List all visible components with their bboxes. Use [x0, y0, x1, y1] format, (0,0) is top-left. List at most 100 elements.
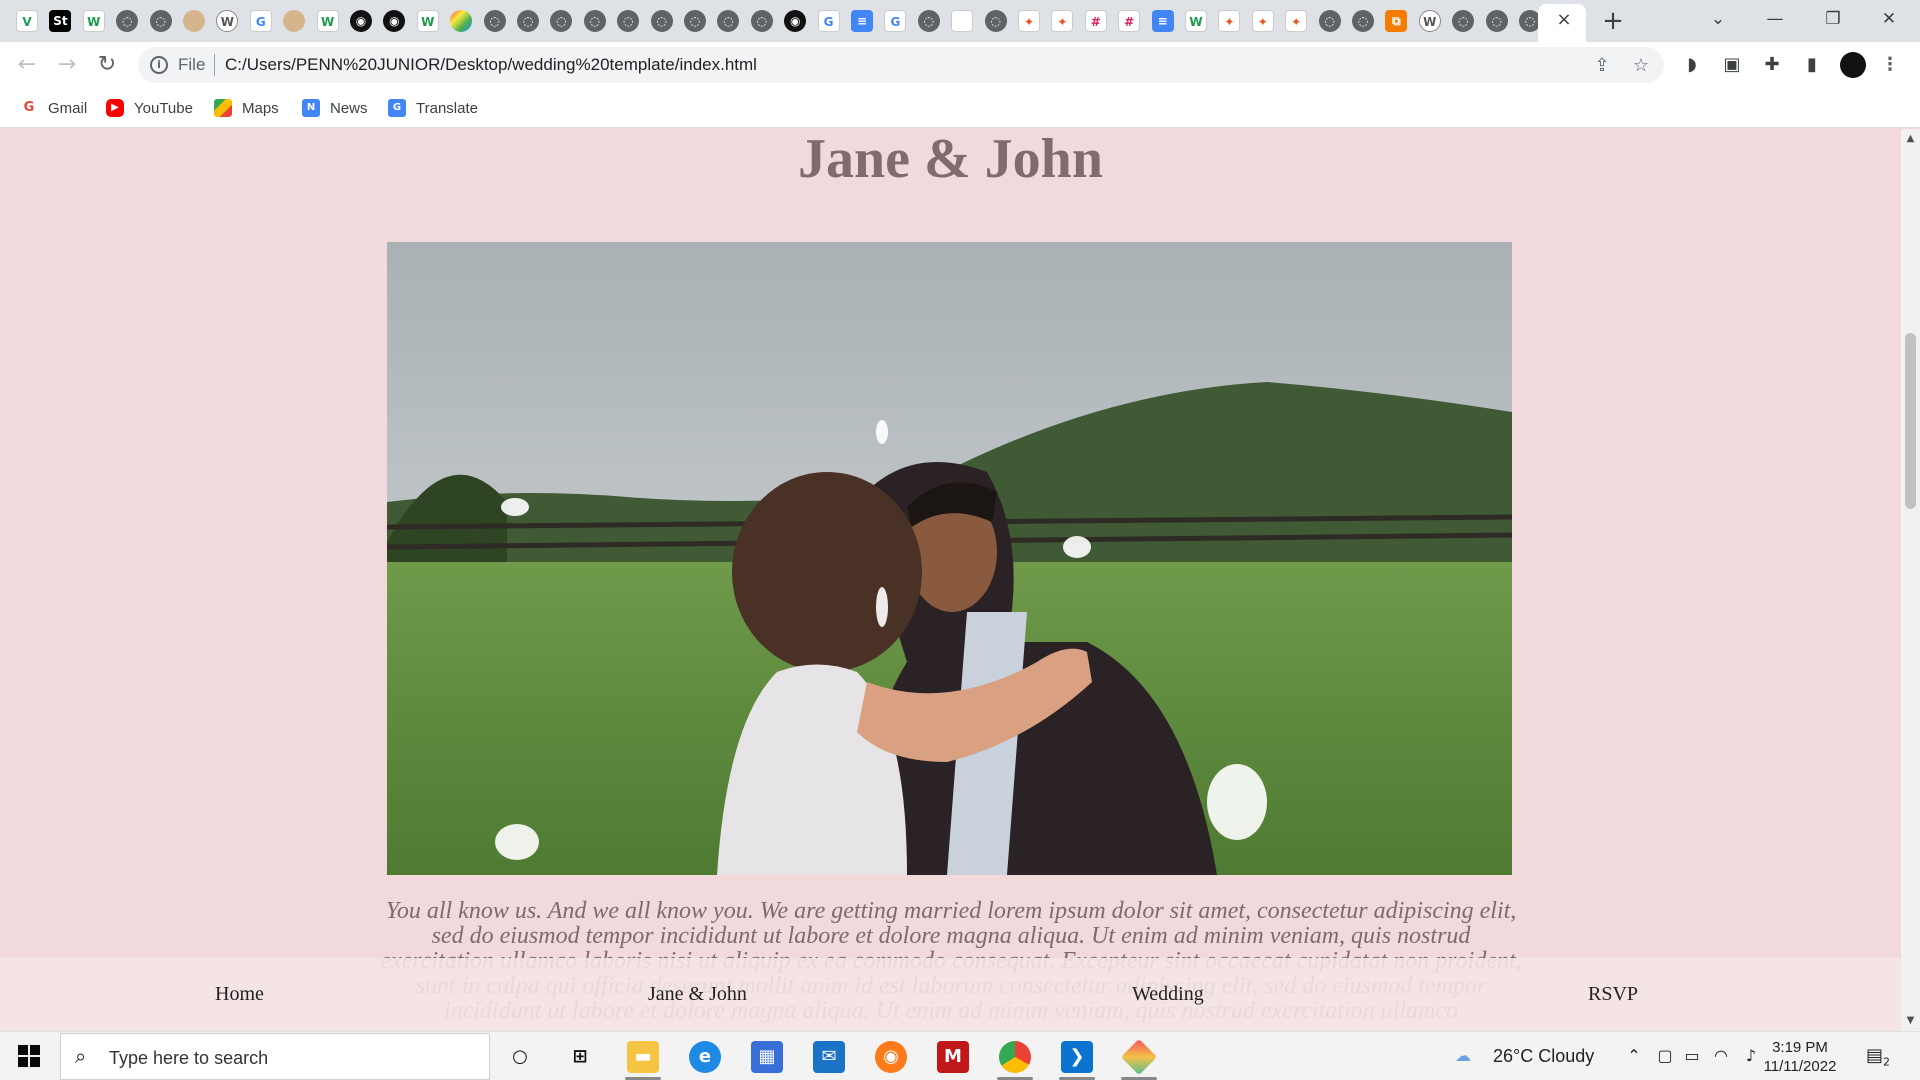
w-icon[interactable]: W — [82, 10, 105, 32]
info-icon[interactable]: i — [150, 56, 168, 74]
side-panel-icon[interactable]: ▮ — [1801, 54, 1823, 76]
volume-icon[interactable]: ♪ — [1740, 1045, 1762, 1067]
bookmark-gmail[interactable]: G Gmail — [20, 97, 88, 119]
profile-avatar[interactable] — [1840, 52, 1866, 78]
globe-icon[interactable]: ◌ — [517, 10, 539, 32]
globe-icon[interactable]: ◌ — [149, 10, 172, 32]
forward-button[interactable]: → — [52, 50, 82, 80]
vuetify-icon[interactable]: V — [16, 10, 38, 32]
globe-icon[interactable]: ◌ — [984, 10, 1007, 32]
globe-icon[interactable]: ◌ — [650, 10, 673, 32]
tab-close-icon[interactable]: × — [1554, 8, 1574, 32]
vscode-icon[interactable]: ❯ — [1061, 1041, 1093, 1073]
avatar-icon[interactable] — [183, 10, 205, 32]
nav-rsvp-link[interactable]: RSVP — [1588, 982, 1638, 1006]
show-hidden-icons[interactable]: ⌃ — [1623, 1045, 1645, 1067]
git-icon[interactable] — [1120, 1038, 1158, 1076]
new-tab-button[interactable]: + — [1598, 6, 1628, 36]
task-view-icon[interactable]: ⊞ — [564, 1041, 596, 1073]
minimize-button[interactable]: — — [1752, 4, 1798, 34]
scroll-up-icon[interactable]: ▲ — [1901, 131, 1920, 147]
address-bar[interactable]: i File C:/Users/PENN%20JUNIOR/Desktop/we… — [138, 47, 1664, 83]
globe-icon[interactable]: ◌ — [1485, 10, 1508, 32]
restore-button[interactable]: ❐ — [1810, 4, 1856, 34]
google-icon[interactable]: G — [884, 10, 907, 32]
colorful-icon[interactable] — [450, 10, 473, 32]
menu-icon[interactable]: ⋮ — [1880, 52, 1900, 78]
edge-icon[interactable]: e — [689, 1041, 721, 1073]
github-icon[interactable]: ◉ — [350, 10, 372, 32]
notification-icon[interactable]: ▤2 — [1866, 1044, 1892, 1069]
figma-icon[interactable]: ✦ — [1051, 10, 1074, 32]
tab-search-icon[interactable]: ⌄ — [1695, 4, 1741, 34]
taskbar-search-input[interactable]: ⌕ Type here to search — [60, 1033, 490, 1080]
globe-icon[interactable]: ◌ — [917, 10, 940, 32]
nav-home-link[interactable]: Home — [215, 982, 264, 1006]
battery-icon[interactable]: ▭ — [1681, 1045, 1703, 1067]
globe-icon[interactable]: ◌ — [1452, 10, 1475, 32]
bookmark-youtube[interactable]: ▶ YouTube — [106, 97, 193, 119]
wifi-icon[interactable]: ◠ — [1710, 1045, 1732, 1067]
weather-icon[interactable]: ☁ — [1452, 1045, 1474, 1067]
meet-icon[interactable]: ▢ — [1654, 1045, 1676, 1067]
scroll-thumb[interactable] — [1905, 333, 1916, 509]
mcafee-icon[interactable]: M — [937, 1041, 969, 1073]
w-icon[interactable]: W — [416, 10, 439, 32]
globe-icon[interactable]: ◌ — [116, 10, 139, 32]
slack-icon[interactable]: # — [1084, 10, 1107, 32]
globe-icon[interactable]: ◌ — [717, 10, 740, 32]
github-icon[interactable]: ◉ — [383, 10, 406, 32]
bookmark-translate[interactable]: G Translate — [388, 97, 478, 119]
reload-button[interactable]: ↻ — [92, 50, 122, 80]
avatar-icon[interactable] — [283, 10, 306, 32]
orange-icon[interactable]: ⧉ — [1385, 10, 1408, 32]
scroll-down-icon[interactable]: ▼ — [1901, 1013, 1920, 1029]
close-window-button[interactable]: ✕ — [1866, 4, 1912, 34]
globe-icon[interactable]: ◌ — [1318, 10, 1341, 32]
docs-icon[interactable]: ≡ — [1151, 10, 1174, 32]
mail-icon[interactable]: ✉ — [813, 1041, 845, 1073]
figma-icon[interactable]: ✦ — [1018, 10, 1040, 32]
google-icon[interactable]: G — [249, 10, 272, 32]
nav-couple-link[interactable]: Jane & John — [648, 982, 747, 1006]
pocket-icon[interactable]: ▣ — [1721, 54, 1743, 76]
share-icon[interactable]: ⇪ — [1591, 55, 1613, 77]
chrome-icon[interactable] — [999, 1041, 1031, 1073]
studio-icon[interactable]: St — [49, 10, 72, 32]
figma-icon[interactable]: ✦ — [1218, 10, 1241, 32]
figma-icon[interactable]: ✦ — [1251, 10, 1274, 32]
nav-wedding-link[interactable]: Wedding — [1132, 982, 1204, 1006]
globe-icon[interactable]: ◌ — [684, 10, 706, 32]
blank-icon[interactable] — [951, 10, 974, 32]
back-button[interactable]: ← — [12, 50, 42, 80]
windows-start-icon[interactable] — [18, 1045, 40, 1067]
globe-icon[interactable]: ◌ — [750, 10, 773, 32]
figma-icon[interactable]: ✦ — [1285, 10, 1308, 32]
file-explorer-icon[interactable]: ▬ — [627, 1041, 659, 1073]
github-icon[interactable]: ◉ — [784, 10, 807, 32]
docs-icon[interactable]: ≡ — [851, 10, 873, 32]
store-icon[interactable]: ▦ — [751, 1041, 783, 1073]
globe-icon[interactable]: ◌ — [550, 10, 573, 32]
wordpress-icon[interactable]: W — [216, 10, 239, 32]
w-icon[interactable]: W — [316, 10, 339, 32]
w-icon[interactable]: W — [1185, 10, 1207, 32]
globe-icon[interactable]: ◌ — [483, 10, 506, 32]
firefox-icon[interactable]: ◉ — [875, 1041, 907, 1073]
globe-icon[interactable]: ◌ — [617, 10, 640, 32]
bookmark-maps[interactable]: Maps — [214, 97, 279, 119]
google-icon[interactable]: G — [817, 10, 840, 32]
wordpress-icon[interactable]: W — [1418, 10, 1441, 32]
bookmark-star-icon[interactable]: ☆ — [1630, 55, 1652, 77]
globe-icon[interactable]: ◌ — [583, 10, 606, 32]
page-scrollbar[interactable]: ▲ ▼ — [1901, 129, 1920, 1031]
cortana-icon[interactable]: ○ — [504, 1041, 536, 1073]
extension-icon[interactable]: ◗ — [1681, 54, 1703, 76]
slack-icon[interactable]: # — [1118, 10, 1141, 32]
bookmark-news[interactable]: N News — [302, 97, 368, 119]
weather-text[interactable]: 26°C Cloudy — [1493, 1046, 1594, 1066]
system-clock[interactable]: 3:19 PM 11/11/2022 — [1760, 1038, 1840, 1076]
url-text[interactable]: C:/Users/PENN%20JUNIOR/Desktop/wedding%2… — [225, 56, 757, 74]
puzzle-icon[interactable]: ✚ — [1761, 54, 1783, 76]
globe-icon[interactable]: ◌ — [1352, 10, 1374, 32]
